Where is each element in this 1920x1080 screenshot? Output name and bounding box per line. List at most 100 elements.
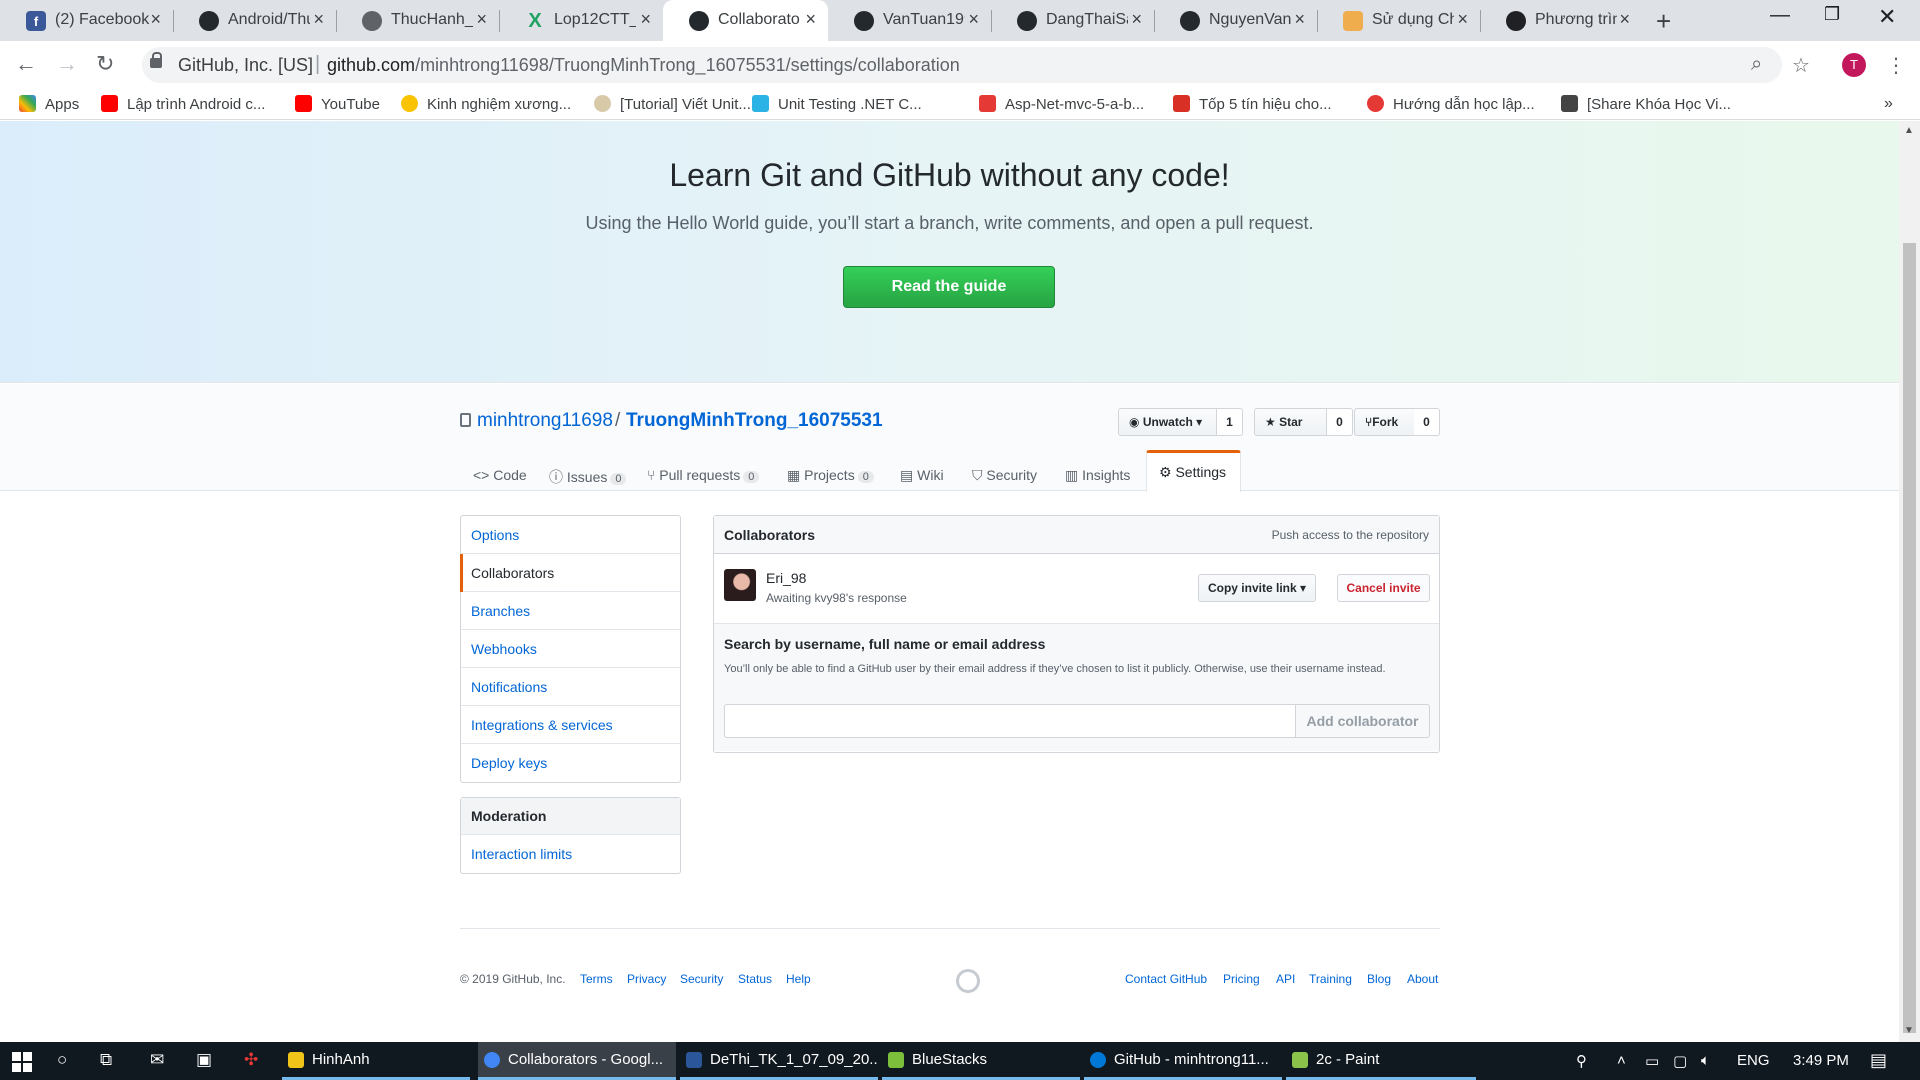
- taskbar-app-bluestacks[interactable]: BlueStacks: [882, 1042, 1080, 1080]
- chevron-up-icon[interactable]: ˄: [1617, 1052, 1626, 1069]
- footer-link-status[interactable]: Status: [738, 972, 772, 986]
- bookmark-item[interactable]: Asp-Net-mvc-5-a-b...: [979, 95, 1144, 113]
- page-scrollbar[interactable]: ▲ ▼: [1899, 121, 1920, 1042]
- clock[interactable]: 3:49 PM: [1793, 1052, 1849, 1069]
- volume-icon[interactable]: 🔈︎: [1701, 1052, 1710, 1069]
- unwatch-button[interactable]: ◉ Unwatch ▾: [1118, 408, 1217, 436]
- tab-collaborators[interactable]: Collaborator ×: [663, 0, 828, 41]
- bookmark-item[interactable]: [Tutorial] Viết Unit...: [594, 95, 751, 113]
- copy-invite-link-button[interactable]: Copy invite link ▾: [1198, 574, 1316, 602]
- taskbar-app-chrome[interactable]: Collaborators - Googl...: [478, 1042, 676, 1080]
- sidebar-item-deploy-keys[interactable]: Deploy keys: [461, 744, 680, 782]
- tab-phuongtrinh[interactable]: Phương trìn ×: [1480, 0, 1642, 41]
- bookmark-star-icon[interactable]: ☆: [1792, 53, 1810, 78]
- taskbar-app-edge[interactable]: GitHub - minhtrong11...: [1084, 1042, 1282, 1080]
- footer-link-pricing[interactable]: Pricing: [1223, 972, 1260, 986]
- tab-excel[interactable]: X Lop12CTT_K ×: [499, 0, 663, 41]
- read-guide-button[interactable]: Read the guide: [843, 266, 1055, 308]
- star-button[interactable]: ★ Star: [1254, 408, 1327, 436]
- footer-link-contact[interactable]: Contact GitHub: [1125, 972, 1207, 986]
- tab-projects[interactable]: ▦ Projects 0: [787, 467, 874, 484]
- close-icon[interactable]: ×: [150, 9, 161, 30]
- tab-sudungch[interactable]: Sử dụng Ch ×: [1317, 0, 1480, 41]
- language-indicator[interactable]: ENG: [1737, 1052, 1770, 1069]
- menu-dots-icon[interactable]: ⋮: [1886, 53, 1906, 78]
- footer-link-blog[interactable]: Blog: [1367, 972, 1391, 986]
- pinned-app-icon[interactable]: ✣: [244, 1050, 258, 1070]
- bookmark-item[interactable]: Kinh nghiệm xương...: [401, 95, 571, 113]
- close-icon[interactable]: ×: [805, 9, 816, 30]
- taskbar-app-word[interactable]: DeThi_TK_1_07_09_20...: [680, 1042, 878, 1080]
- tab-dangthaisa[interactable]: DangThaiSa ×: [991, 0, 1154, 41]
- taskbar-app-paint[interactable]: 2c - Paint: [1286, 1042, 1476, 1080]
- bookmark-item[interactable]: Hướng dẫn học lập...: [1367, 95, 1535, 113]
- repo-owner-link[interactable]: minhtrong11698: [477, 410, 613, 432]
- tab-code[interactable]: <> Code: [473, 467, 527, 483]
- fork-button[interactable]: ⑂Fork: [1354, 408, 1415, 436]
- reload-icon[interactable]: ↻: [96, 51, 114, 77]
- tab-insights[interactable]: ▥ Insights: [1065, 467, 1130, 484]
- footer-link-privacy[interactable]: Privacy: [627, 972, 666, 986]
- profile-avatar[interactable]: T: [1842, 53, 1866, 77]
- footer-link-security[interactable]: Security: [680, 972, 723, 986]
- sidebar-item-options[interactable]: Options: [461, 516, 680, 554]
- battery-icon[interactable]: ▭: [1645, 1052, 1659, 1070]
- sidebar-item-notifications[interactable]: Notifications: [461, 668, 680, 706]
- close-icon[interactable]: ×: [1131, 9, 1142, 30]
- bookmark-item[interactable]: Unit Testing .NET C...: [752, 95, 922, 113]
- tab-nguyenvan[interactable]: NguyenVanT ×: [1154, 0, 1317, 41]
- bookmark-item[interactable]: YouTube: [295, 95, 380, 113]
- bookmark-item[interactable]: Tốp 5 tín hiệu cho...: [1173, 95, 1332, 113]
- close-icon[interactable]: ×: [313, 9, 324, 30]
- close-icon[interactable]: ×: [1294, 9, 1305, 30]
- scroll-thumb[interactable]: [1903, 243, 1916, 1033]
- url-text[interactable]: github.com/minhtrong11698/TruongMinhTron…: [327, 55, 960, 76]
- sidebar-item-collaborators[interactable]: Collaborators: [460, 554, 680, 592]
- mail-icon[interactable]: ✉: [150, 1050, 164, 1070]
- sidebar-item-webhooks[interactable]: Webhooks: [461, 630, 680, 668]
- tab-facebook[interactable]: f (2) Facebook ×: [0, 0, 173, 41]
- collaborator-name[interactable]: Eri_98: [766, 570, 806, 586]
- window-close-button[interactable]: ✕: [1878, 4, 1896, 30]
- tab-issues[interactable]: ⓘ Issues 0: [549, 467, 627, 487]
- close-icon[interactable]: ×: [1619, 9, 1630, 30]
- tab-vantuan[interactable]: VanTuan199 ×: [828, 0, 991, 41]
- github-logo-icon[interactable]: [956, 969, 980, 993]
- footer-link-training[interactable]: Training: [1309, 972, 1352, 986]
- search-circle-icon[interactable]: ○: [57, 1050, 67, 1070]
- watch-count[interactable]: 1: [1217, 408, 1243, 436]
- tab-thuchanh[interactable]: ThucHanh_T ×: [336, 0, 499, 41]
- tab-pull-requests[interactable]: ⑂ Pull requests 0: [647, 467, 760, 483]
- sidebar-item-integrations[interactable]: Integrations & services: [461, 706, 680, 744]
- footer-link-help[interactable]: Help: [786, 972, 811, 986]
- sidebar-item-interaction-limits[interactable]: Interaction limits: [461, 835, 680, 873]
- more-bookmarks-icon[interactable]: »: [1884, 95, 1893, 113]
- zoom-icon[interactable]: ⌕: [1751, 53, 1762, 76]
- scroll-down-arrow-icon[interactable]: ▼: [1904, 1025, 1914, 1036]
- tab-android[interactable]: Android/Thu ×: [173, 0, 336, 41]
- back-arrow-icon[interactable]: ←: [15, 51, 37, 77]
- close-icon[interactable]: ×: [968, 9, 979, 30]
- star-count[interactable]: 0: [1327, 408, 1353, 436]
- task-view-icon[interactable]: ⧉: [100, 1050, 112, 1070]
- tab-settings[interactable]: ⚙ Settings: [1146, 450, 1242, 492]
- scroll-up-arrow-icon[interactable]: ▲: [1904, 125, 1914, 136]
- close-icon[interactable]: ×: [640, 9, 651, 30]
- add-collaborator-button[interactable]: Add collaborator: [1295, 704, 1430, 738]
- repo-name-link[interactable]: TruongMinhTrong_16075531: [626, 410, 883, 432]
- close-icon[interactable]: ×: [1457, 9, 1468, 30]
- footer-link-api[interactable]: API: [1276, 972, 1295, 986]
- sidebar-item-branches[interactable]: Branches: [461, 592, 680, 630]
- footer-link-terms[interactable]: Terms: [580, 972, 613, 986]
- close-icon[interactable]: ×: [476, 9, 487, 30]
- taskbar-app-hinhanh[interactable]: HinhAnh: [282, 1042, 470, 1080]
- notification-icon[interactable]: ▤: [1870, 1050, 1887, 1071]
- windows-start-icon[interactable]: [12, 1052, 32, 1072]
- forward-arrow-icon[interactable]: →: [56, 51, 78, 77]
- people-icon[interactable]: ⚲: [1576, 1052, 1587, 1070]
- tab-security[interactable]: ⛉ Security: [972, 467, 1037, 484]
- footer-link-about[interactable]: About: [1407, 972, 1438, 986]
- bookmark-item[interactable]: [Share Khóa Học Vi...: [1561, 95, 1731, 113]
- network-icon[interactable]: ▢: [1673, 1052, 1687, 1070]
- bookmark-item[interactable]: Lập trình Android c...: [101, 95, 265, 113]
